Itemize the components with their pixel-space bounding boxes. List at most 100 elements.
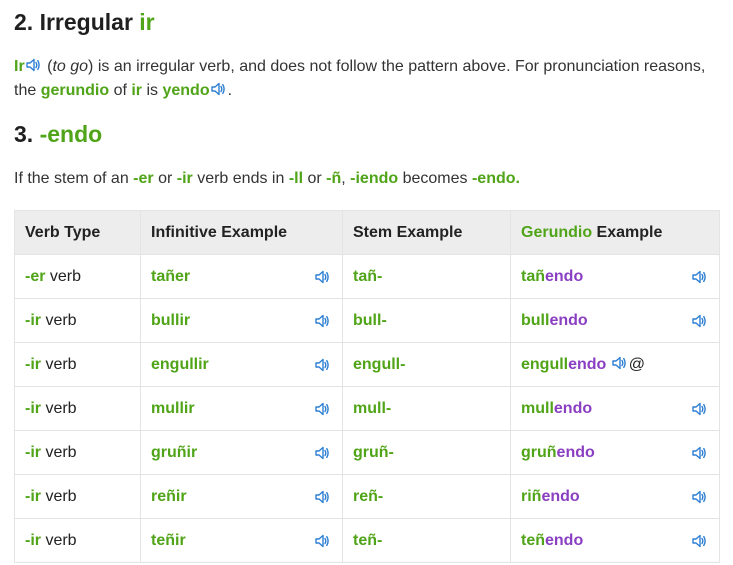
verb-suffix: -ir: [25, 443, 41, 461]
verb-suffix: -ir: [25, 311, 41, 329]
header-gerundio-term: Gerundio: [521, 223, 593, 241]
paragraph-text: is: [142, 82, 163, 99]
speaker-icon[interactable]: [314, 533, 332, 549]
section-3-heading: 3. -endo: [14, 121, 102, 148]
infinitive-text: teñir: [151, 531, 186, 549]
header-verb-type: Verb Type: [14, 210, 141, 255]
paragraph-text: or: [303, 170, 327, 187]
word-yendo: yendo: [162, 82, 210, 99]
infinitive-text: tañer: [151, 267, 191, 285]
speaker-icon[interactable]: [314, 401, 332, 417]
speaker-icon[interactable]: [691, 489, 709, 505]
gerundio-ending: endo: [545, 531, 584, 549]
gerundio-ending: endo: [556, 443, 595, 461]
cell-infinitive: tañer: [140, 254, 343, 299]
verb-word: verb: [41, 443, 77, 461]
speaker-icon[interactable]: [25, 57, 43, 73]
verb-word: verb: [41, 399, 77, 417]
cell-stem: bull-: [342, 298, 511, 343]
infinitive-text: mullir: [151, 399, 195, 417]
section-number: 3.: [14, 121, 34, 147]
section-number: 2.: [14, 9, 34, 35]
gerundio-stem: tañ: [521, 267, 545, 285]
ending-endo: -endo.: [471, 170, 520, 187]
stem-text: reñ-: [353, 487, 384, 505]
infinitive-text: reñir: [151, 487, 187, 505]
speaker-icon[interactable]: [314, 489, 332, 505]
header-infinitive: Infinitive Example: [140, 210, 343, 255]
ending-iendo: -iendo: [350, 170, 399, 187]
speaker-icon[interactable]: [691, 445, 709, 461]
verb-ir: Ir: [14, 58, 25, 75]
cell-stem: tañ-: [342, 254, 511, 299]
gerundio-stem: riñ: [521, 487, 542, 505]
stem-text: engull-: [353, 355, 406, 373]
cell-gerundio: teñendo: [510, 518, 720, 563]
verb-word: verb: [41, 487, 77, 505]
verb-word: verb: [45, 267, 82, 285]
infinitive-text: bullir: [151, 311, 191, 329]
cell-verb-type: -ir verb: [14, 298, 141, 343]
paragraph-text: or: [153, 170, 177, 187]
paragraph-text: If the stem of an: [14, 170, 134, 187]
verb-suffix: -ir: [25, 531, 41, 549]
verb-word: verb: [41, 531, 77, 549]
speaker-icon[interactable]: [691, 533, 709, 549]
table-row: -ir verb reñir reñ-riñendo: [14, 474, 720, 519]
suffix-ir: -ir: [176, 170, 193, 187]
cell-gerundio: bullendo: [510, 298, 720, 343]
cell-gerundio: engullendo @: [510, 342, 720, 387]
cell-gerundio: gruñendo: [510, 430, 720, 475]
gerundio-stem: mull: [521, 399, 554, 417]
paragraph-text: verb ends in: [192, 170, 289, 187]
cell-stem: gruñ-: [342, 430, 511, 475]
cell-stem: mull-: [342, 386, 511, 431]
stem-text: gruñ-: [353, 443, 394, 461]
table-row: -ir verb teñir teñ-teñendo: [14, 518, 720, 563]
stem-text: mull-: [353, 399, 392, 417]
cell-stem: engull-: [342, 342, 511, 387]
infinitive-text: engullir: [151, 355, 209, 373]
heading-suffix: -endo: [39, 121, 103, 147]
gerundio-stem: gruñ: [521, 443, 557, 461]
speaker-icon[interactable]: [210, 81, 228, 97]
table-row: -ir verb mullir mull-mullendo: [14, 386, 720, 431]
verb-ir: ir: [131, 82, 143, 99]
ending-n: -ñ: [326, 170, 342, 187]
cell-verb-type: -ir verb: [14, 386, 141, 431]
cell-infinitive: mullir: [140, 386, 343, 431]
translation: to go: [52, 58, 89, 75]
verb-suffix: -ir: [25, 487, 41, 505]
verb-suffix: -er: [25, 267, 46, 285]
table-row: -ir verb gruñir gruñ-gruñendo: [14, 430, 720, 475]
heading-text: Irregular: [39, 9, 133, 35]
header-gerundio: Gerundio Example: [510, 210, 720, 255]
gerundio-ending: endo: [545, 267, 584, 285]
verb-suffix: -ir: [25, 355, 41, 373]
speaker-icon[interactable]: [314, 357, 332, 373]
cell-verb-type: -ir verb: [14, 430, 141, 475]
cell-gerundio: mullendo: [510, 386, 720, 431]
cell-infinitive: bullir: [140, 298, 343, 343]
paragraph-text: ,: [341, 170, 351, 187]
verb-word: verb: [41, 355, 77, 373]
speaker-icon[interactable]: [314, 445, 332, 461]
gerundio-ending: endo: [568, 356, 607, 373]
speaker-icon[interactable]: [691, 313, 709, 329]
cell-verb-type: -ir verb: [14, 518, 141, 563]
speaker-icon[interactable]: [611, 355, 629, 371]
speaker-icon[interactable]: [314, 313, 332, 329]
paren-open: (: [42, 58, 53, 75]
table-header-row: Verb Type Infinitive Example Stem Exampl…: [14, 210, 720, 255]
section-2-heading: 2. Irregular ir: [14, 9, 155, 36]
speaker-icon[interactable]: [314, 269, 332, 285]
cell-infinitive: gruñir: [140, 430, 343, 475]
cell-verb-type: -er verb: [14, 254, 141, 299]
table-row: -er verb tañer tañ-tañendo: [14, 254, 720, 299]
suffix-er: -er: [133, 170, 154, 187]
speaker-icon[interactable]: [691, 269, 709, 285]
cell-verb-type: -ir verb: [14, 342, 141, 387]
header-stem: Stem Example: [342, 210, 511, 255]
speaker-icon[interactable]: [691, 401, 709, 417]
paragraph-text: .: [227, 82, 233, 99]
